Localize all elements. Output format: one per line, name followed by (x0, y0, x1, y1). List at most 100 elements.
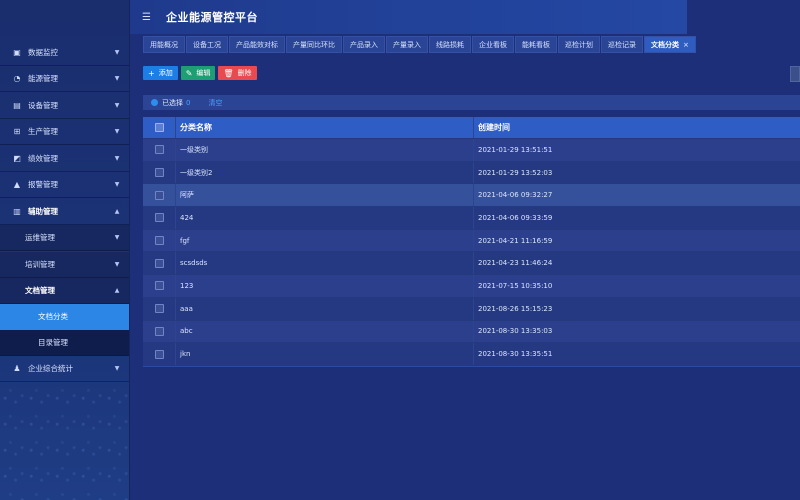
tab-label: 能耗看板 (522, 40, 550, 49)
cell-time: 2021-04-06 09:32:27 (478, 191, 553, 200)
table-row[interactable]: 一级类别2 2021-01-29 13:52:03 (143, 161, 800, 185)
tab-label: 巡检计划 (565, 40, 593, 49)
tab-product-efficiency[interactable]: 产品能效对标 (229, 36, 285, 53)
sidebar-item-data-monitor[interactable]: ▣ 数据监控 ▼ (0, 40, 129, 66)
tab-energy-board[interactable]: 能耗看板 (515, 36, 557, 53)
cell-time: 2021-04-21 11:16:59 (478, 236, 553, 245)
chevron-up-icon: ▲ (114, 287, 120, 294)
trash-icon: 🗑 (223, 68, 234, 78)
table-row[interactable]: 123 2021-07-15 10:35:10 (143, 275, 800, 298)
info-icon (151, 99, 158, 106)
row-checkbox[interactable] (154, 304, 164, 314)
row-checkbox[interactable] (154, 213, 164, 223)
tab-doc-category[interactable]: 文档分类 × (644, 36, 696, 53)
delete-button[interactable]: 🗑 删除 (218, 66, 257, 80)
add-button[interactable]: + 添加 (143, 66, 178, 80)
row-checkbox[interactable] (154, 236, 164, 246)
table-bottom-border (143, 366, 800, 367)
row-checkbox[interactable] (154, 145, 164, 155)
sidebar-item-label: 运维管理 (25, 233, 55, 242)
table-row[interactable]: aaa 2021-08-26 15:15:23 (143, 297, 800, 321)
sidebar-item-statistics[interactable]: ♟ 企业综合统计 ▼ (0, 356, 129, 382)
tab-inspection-plan[interactable]: 巡检计划 (558, 36, 600, 53)
tab-output-entry[interactable]: 产量录入 (386, 36, 428, 53)
close-icon[interactable]: × (683, 41, 689, 49)
row-check-cell (143, 184, 176, 207)
sidebar-item-energy[interactable]: ◔ 能源管理 ▼ (0, 66, 129, 92)
cell-name: 123 (176, 275, 474, 297)
menu-toggle-icon[interactable]: ☰ (142, 12, 156, 23)
category-table: 分类名称 创建时间 一级类别 2021-01-29 13:51:51 一级类别2… (143, 117, 800, 366)
table-header-row: 分类名称 创建时间 (143, 117, 800, 139)
table-row[interactable]: scsdsds 2021-04-23 11:46:24 (143, 252, 800, 276)
cell-name: 一级类别 (176, 139, 474, 161)
sidebar-item-label: 目录管理 (38, 338, 68, 347)
tab-inspection-record[interactable]: 巡检记录 (601, 36, 643, 53)
tab-device-status[interactable]: 设备工况 (186, 36, 228, 53)
sidebar-item-performance[interactable]: ◩ 绩效管理 ▼ (0, 146, 129, 172)
alarm-icon: ▲ (13, 180, 21, 189)
app-title: 企业能源管控平台 (166, 11, 258, 24)
chevron-up-icon: ▲ (114, 208, 120, 215)
cell-name: 阿萨 (176, 184, 474, 207)
cell-name: 一级类别2 (176, 161, 474, 184)
chevron-down-icon: ▼ (114, 102, 120, 109)
table-row[interactable]: abc 2021-08-30 13:35:03 (143, 320, 800, 344)
tab-product-entry[interactable]: 产品录入 (343, 36, 385, 53)
sidebar-item-label: 培训管理 (25, 260, 55, 269)
chevron-down-icon: ▼ (114, 261, 120, 268)
energy-icon: ◔ (13, 74, 21, 83)
selection-bar: 已选择 0 清空 (143, 95, 800, 110)
table-row[interactable]: jkn 2021-08-30 13:35:51 (143, 343, 800, 366)
chevron-down-icon: ▼ (114, 365, 120, 372)
sidebar-item-training[interactable]: 培训管理 ▼ (0, 252, 129, 278)
toolbar: + 添加 ✎ 编辑 🗑 删除 (143, 66, 260, 80)
monitor-icon: ▣ (13, 48, 21, 57)
cell-name: jkn (176, 343, 474, 365)
cell-name: abc (176, 320, 474, 343)
table-row[interactable]: 阿萨 2021-04-06 09:32:27 (143, 184, 800, 208)
tab-label: 用能概况 (150, 40, 178, 49)
sidebar-item-alarm[interactable]: ▲ 报警管理 ▼ (0, 172, 129, 198)
select-all-checkbox[interactable] (154, 123, 164, 132)
cell-time: 2021-08-26 15:15:23 (478, 304, 553, 313)
chevron-down-icon: ▼ (114, 128, 120, 135)
row-checkbox[interactable] (154, 258, 164, 268)
row-checkbox[interactable] (154, 190, 164, 200)
sidebar-item-production[interactable]: ⊞ 生产管理 ▼ (0, 119, 129, 145)
sidebar-item-assist[interactable]: ▥ 辅助管理 ▲ (0, 199, 129, 225)
column-header-name[interactable]: 分类名称 (176, 117, 474, 138)
table-row[interactable]: 424 2021-04-06 09:33:59 (143, 207, 800, 230)
clear-selection-link[interactable]: 清空 (208, 98, 222, 108)
tab-label: 设备工况 (193, 40, 221, 49)
tab-label: 文档分类 (651, 40, 679, 49)
sidebar-item-ops[interactable]: 运维管理 ▼ (0, 225, 129, 251)
cell-time: 2021-04-23 11:46:24 (478, 259, 553, 268)
delete-button-label: 删除 (237, 69, 252, 77)
tab-energy-overview[interactable]: 用能概况 (143, 36, 185, 53)
table-row[interactable]: fgf 2021-04-21 11:16:59 (143, 229, 800, 253)
cell-time: 2021-08-30 13:35:03 (478, 327, 553, 336)
sidebar-item-docs[interactable]: 文档管理 ▲ (0, 278, 129, 304)
row-checkbox[interactable] (154, 281, 164, 291)
sidebar-item-label: 数据监控 (28, 48, 58, 57)
sidebar-item-device[interactable]: ▤ 设备管理 ▼ (0, 93, 129, 119)
tab-enterprise-board[interactable]: 企业看板 (472, 36, 514, 53)
tab-line-loss[interactable]: 线路损耗 (429, 36, 471, 53)
tab-output-comparison[interactable]: 产量同比环比 (286, 36, 342, 53)
chart-icon: ◩ (13, 154, 21, 163)
row-checkbox[interactable] (154, 326, 164, 336)
sidebar-item-label: 能源管理 (28, 74, 58, 83)
sidebar-item-doc-category[interactable]: 文档分类 (0, 304, 129, 330)
edit-button[interactable]: ✎ 编辑 (180, 66, 216, 80)
sidebar-item-label: 企业综合统计 (28, 364, 73, 373)
table-row[interactable]: 一级类别 2021-01-29 13:51:51 (143, 139, 800, 162)
column-header-time[interactable]: 创建时间 (474, 117, 800, 138)
row-checkbox[interactable] (154, 349, 164, 359)
header-right-area (687, 0, 800, 34)
sidebar-item-label: 报警管理 (28, 180, 58, 189)
row-checkbox[interactable] (154, 168, 164, 178)
sidebar-item-directory[interactable]: 目录管理 (0, 330, 129, 356)
search-input-edge[interactable] (790, 66, 800, 82)
cell-name: fgf (176, 229, 474, 252)
